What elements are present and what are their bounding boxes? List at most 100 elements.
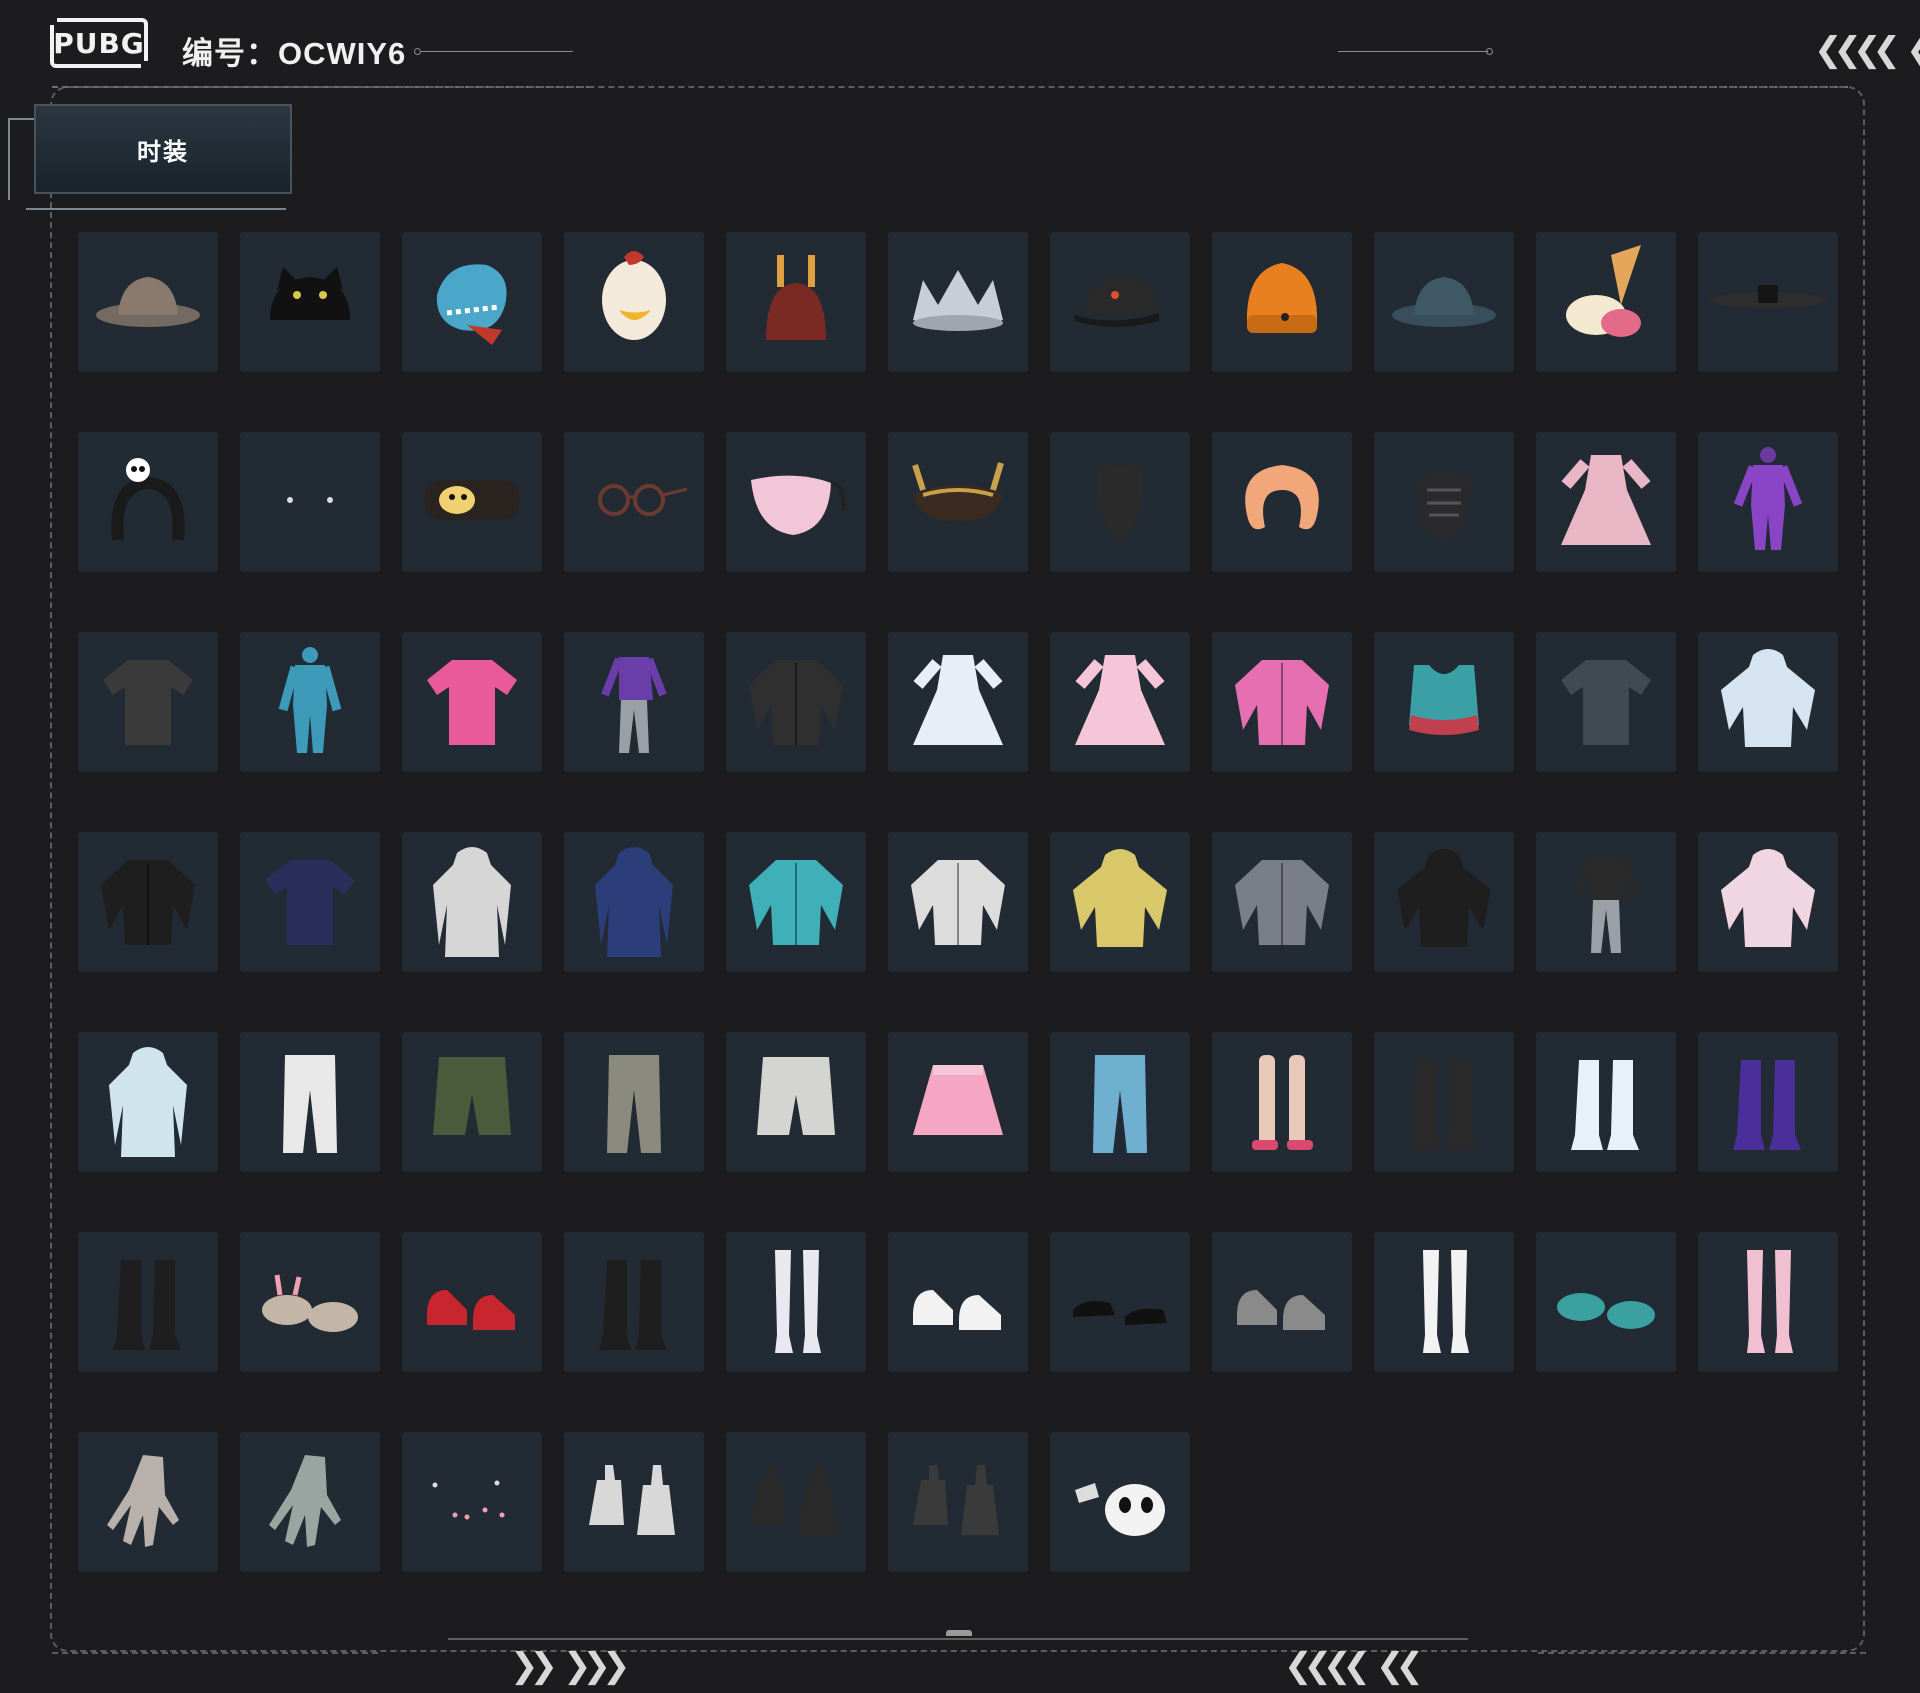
item-slot-teal-clogs[interactable] bbox=[1536, 1232, 1676, 1372]
item-slot-white-fluffy-hoodie[interactable] bbox=[1698, 632, 1838, 772]
item-slot-panda-headband[interactable] bbox=[78, 432, 218, 572]
item-slot-golden-claw-gloves[interactable] bbox=[726, 1432, 866, 1572]
item-slot-floral-shirt[interactable] bbox=[1536, 632, 1676, 772]
header-line-left bbox=[421, 51, 573, 52]
item-slot-black-suit[interactable] bbox=[1536, 832, 1676, 972]
dress-icon bbox=[1541, 435, 1671, 570]
shirt-icon bbox=[245, 835, 375, 970]
item-slot-knee-socks-pink-shoes[interactable] bbox=[1212, 1032, 1352, 1172]
item-slot-nail-set[interactable] bbox=[402, 1432, 542, 1572]
triple-chevron-left-icon[interactable]: ❮❮❮❮❮ bbox=[1814, 30, 1920, 70]
item-slot-ice-cream-cone-hat[interactable] bbox=[1536, 232, 1676, 372]
item-slot-cat-ear-beanie[interactable] bbox=[240, 232, 380, 372]
item-slot-fishnet-pink-boots[interactable] bbox=[1698, 1232, 1838, 1372]
hand-icon bbox=[83, 1435, 213, 1570]
item-slot-orange-beanie[interactable] bbox=[1212, 232, 1352, 372]
item-slot-black-hoodie[interactable] bbox=[1374, 832, 1514, 972]
item-slot-teal-bucket-hat[interactable] bbox=[1374, 232, 1514, 372]
item-slot-moto-jacket[interactable] bbox=[888, 832, 1028, 972]
item-slot-tactical-gloves[interactable] bbox=[888, 1432, 1028, 1572]
item-slot-orange-gray-jacket[interactable] bbox=[1212, 832, 1352, 972]
dress-shoe-icon bbox=[1055, 1235, 1185, 1370]
item-slot-white-shorts[interactable] bbox=[726, 1032, 866, 1172]
item-slot-pink-white-jacket[interactable] bbox=[1698, 832, 1838, 972]
header-line-dot-left bbox=[414, 48, 421, 55]
sneaker-icon bbox=[1217, 1235, 1347, 1370]
item-slot-pink-face-mask[interactable] bbox=[726, 432, 866, 572]
item-slot-panda-backpack[interactable] bbox=[1050, 1432, 1190, 1572]
item-slot-black-leg-warmers[interactable] bbox=[1374, 1032, 1514, 1172]
item-slot-black-wide-brim-hat[interactable] bbox=[1698, 232, 1838, 372]
glove-icon bbox=[731, 1435, 861, 1570]
chevron-left-icon[interactable]: ❮ ❮ ❮ ❮ ❮ ❮ bbox=[1284, 1646, 1424, 1686]
item-slot-red-high-tops[interactable] bbox=[402, 1232, 542, 1372]
onesie-icon bbox=[245, 635, 375, 770]
item-slot-purple-boots[interactable] bbox=[1698, 1032, 1838, 1172]
item-slot-black-leather-jacket[interactable] bbox=[726, 632, 866, 772]
tab-bracket-bottom bbox=[26, 208, 286, 210]
item-slot-antler-cap[interactable] bbox=[726, 232, 866, 372]
item-slot-purple-outfit[interactable] bbox=[564, 632, 704, 772]
item-slot-black-hooded-jacket[interactable] bbox=[78, 832, 218, 972]
item-slot-white-sneakers[interactable] bbox=[888, 1232, 1028, 1372]
tab-fashion[interactable]: 时装 bbox=[34, 104, 292, 194]
item-slot-black-bandana[interactable] bbox=[1050, 432, 1190, 572]
item-slot-black-lace-up-boots[interactable] bbox=[78, 1232, 218, 1372]
shorts-icon bbox=[407, 1035, 537, 1170]
item-slot-bunny-slippers[interactable] bbox=[240, 1232, 380, 1372]
item-slot-black-dress-shoes[interactable] bbox=[1050, 1232, 1190, 1372]
panda-bag-icon bbox=[1055, 1435, 1185, 1570]
item-slot-teal-crop-top[interactable] bbox=[1374, 632, 1514, 772]
item-slot-pink-ruffle-dress[interactable] bbox=[1536, 432, 1676, 572]
item-slot-black-combat-boots[interactable] bbox=[564, 1232, 704, 1372]
dress-icon bbox=[1055, 635, 1185, 770]
item-slot-pink-black-jacket[interactable] bbox=[1212, 632, 1352, 772]
wide-hat-icon bbox=[1703, 235, 1833, 370]
item-slot-gray-sneakers[interactable] bbox=[1212, 1232, 1352, 1372]
earrings-icon bbox=[245, 435, 375, 570]
bodysuit-icon bbox=[1703, 435, 1833, 570]
item-slot-bucket-hat[interactable] bbox=[78, 232, 218, 372]
item-slot-navy-sweatshirt[interactable] bbox=[240, 832, 380, 972]
item-slot-white-thigh-high-boots[interactable] bbox=[726, 1232, 866, 1372]
bottom-dash-left bbox=[52, 1652, 378, 1654]
antler-hat-icon bbox=[731, 235, 861, 370]
item-slot-teal-parka[interactable] bbox=[726, 832, 866, 972]
item-slot-white-hooded-coat[interactable] bbox=[78, 1032, 218, 1172]
item-slot-green-shorts[interactable] bbox=[402, 1032, 542, 1172]
item-slot-dinosaur-mask[interactable] bbox=[402, 232, 542, 372]
item-slot-black-baseball-cap[interactable] bbox=[1050, 232, 1190, 372]
item-slot-white-fluffy-boots[interactable] bbox=[1536, 1032, 1676, 1172]
item-slot-white-frilly-dress[interactable] bbox=[888, 632, 1028, 772]
item-slot-golden-horn-mask[interactable] bbox=[888, 432, 1028, 572]
item-slot-purple-bodysuit[interactable] bbox=[1698, 432, 1838, 572]
item-slot-white-black-pants[interactable] bbox=[240, 1032, 380, 1172]
outfit-icon bbox=[569, 635, 699, 770]
item-slot-chicken-mask[interactable] bbox=[564, 232, 704, 372]
item-slot-blue-onesie[interactable] bbox=[240, 632, 380, 772]
bottom-divider bbox=[448, 1638, 1468, 1640]
item-slot-cargo-pants[interactable] bbox=[564, 1032, 704, 1172]
item-slot-blue-trench-coat[interactable] bbox=[564, 832, 704, 972]
item-slot-pink-qipao[interactable] bbox=[1050, 632, 1190, 772]
item-slot-white-stockings[interactable] bbox=[1374, 1232, 1514, 1372]
item-slot-neck-pillow[interactable] bbox=[1212, 432, 1352, 572]
item-slot-skeleton-gloves[interactable] bbox=[564, 1432, 704, 1572]
chicken-mask-icon bbox=[569, 235, 699, 370]
item-slot-ring-hand[interactable] bbox=[240, 1432, 380, 1572]
item-slot-round-sunglasses[interactable] bbox=[564, 432, 704, 572]
boots-icon bbox=[1379, 1035, 1509, 1170]
item-slot-pink-pleated-skirt[interactable] bbox=[888, 1032, 1028, 1172]
glove-icon bbox=[569, 1435, 699, 1570]
item-slot-gray-long-sleeve[interactable] bbox=[78, 632, 218, 772]
item-slot-pink-denim-top[interactable] bbox=[402, 632, 542, 772]
item-slot-earrings[interactable] bbox=[240, 432, 380, 572]
item-slot-bear-eye-mask[interactable] bbox=[402, 432, 542, 572]
item-slot-yellow-chicken-hoodie[interactable] bbox=[1050, 832, 1190, 972]
item-slot-light-blue-pants[interactable] bbox=[1050, 1032, 1190, 1172]
item-slot-silver-crown[interactable] bbox=[888, 232, 1028, 372]
item-slot-tactical-face-guard[interactable] bbox=[1374, 432, 1514, 572]
item-slot-long-graphic-coat[interactable] bbox=[402, 832, 542, 972]
chevron-right-icon[interactable]: ❯ ❯ ❯ ❯ ❯ bbox=[510, 1646, 630, 1686]
item-slot-pink-nail-hand[interactable] bbox=[78, 1432, 218, 1572]
